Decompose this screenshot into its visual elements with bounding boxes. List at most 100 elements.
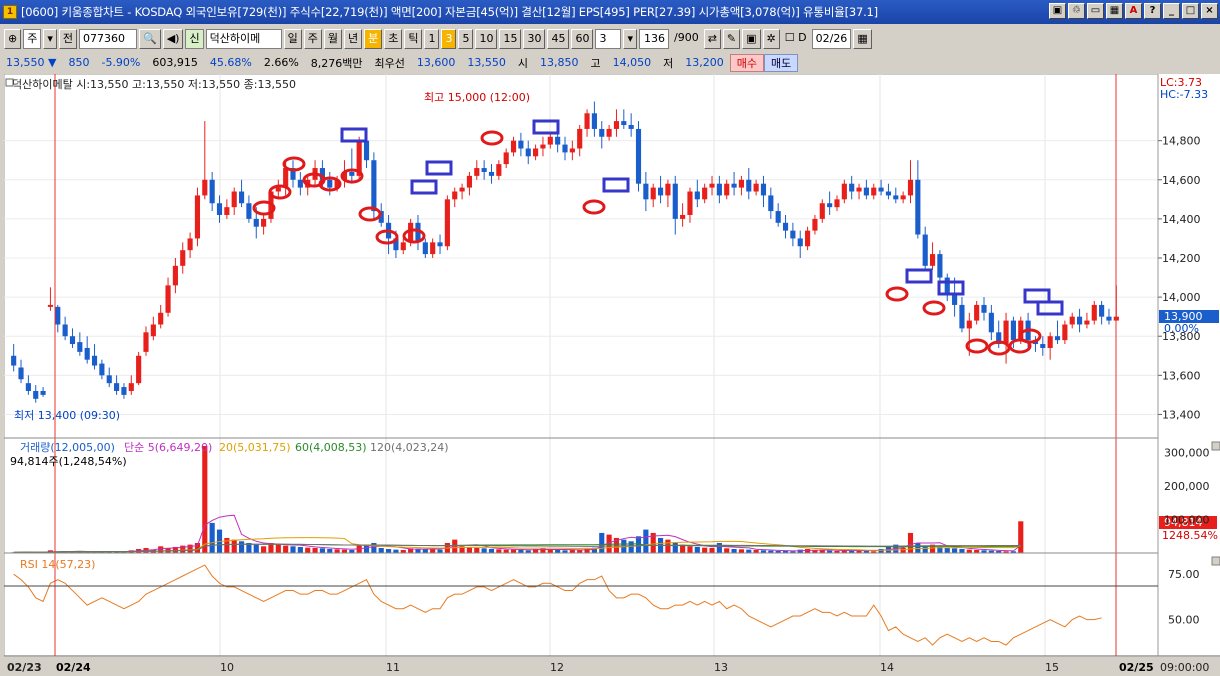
minute-5[interactable]: 5 [458,29,474,49]
low-price: 13,200 [685,56,724,69]
tab-minute[interactable]: 분 [364,29,383,49]
minute-10[interactable]: 10 [475,29,498,49]
candle-body [224,207,230,215]
candle-body [363,140,370,161]
font-icon[interactable]: A [1125,3,1142,19]
minute-45[interactable]: 45 [547,29,570,49]
price-tick: 14,400 [1162,213,1201,226]
price-tick: 14,000 [1162,291,1201,304]
minute-30[interactable]: 30 [523,29,546,49]
price-legend: 덕산하이메탈 시:13,550 고:13,550 저:13,550 종:13,5… [12,77,296,91]
change-pct: -5.90% [101,56,141,69]
save-icon[interactable]: ▣ [742,29,761,49]
tab-day[interactable]: 일 [283,29,302,49]
candle-body [33,390,39,399]
volume-bar [709,547,715,553]
candle-body [1003,320,1009,345]
candle-body [143,332,149,352]
tools-icon[interactable]: ✎ [722,29,741,49]
minute-3[interactable]: 3 [441,29,457,49]
search-icon[interactable]: 🔍 [139,29,161,49]
time-tick: 09:00:00 [1160,661,1209,674]
volume-bar [952,548,958,553]
stock-name-field[interactable]: 덕산하이메 [205,29,282,49]
price-tick: 13,600 [1162,369,1201,382]
calendar-icon[interactable]: ▦ [853,29,872,49]
volume-sub-legend: 94,814주(1,248,54%) [10,455,127,468]
candle-body [327,179,333,188]
speaker-icon[interactable]: ◀) [162,29,184,49]
tab-week[interactable]: 주 [303,29,322,49]
ma60-legend: 60(4,008,53) [295,441,367,454]
candle-body [150,324,156,337]
candle-body [709,183,715,188]
candle-body [893,195,899,200]
volume-bar [481,548,487,553]
candle-body [613,121,620,129]
layout-icon[interactable]: ▭ [1087,3,1104,19]
pane-collapse-button[interactable] [1211,441,1220,451]
minimize-button[interactable]: _ [1163,3,1180,19]
close-button[interactable]: × [1201,3,1218,19]
buy-button[interactable]: 매수 [729,53,765,72]
time-tick: 15 [1045,661,1059,674]
minute-1[interactable]: 1 [424,29,440,49]
time-tick: 14 [880,661,894,674]
volume-bar [702,547,708,553]
tab-month[interactable]: 월 [323,29,342,49]
volume-bar [312,547,318,553]
window-controls: ▣ ♲ ▭ ▦ A ? _ □ × [1049,3,1218,19]
minute-15[interactable]: 15 [499,29,522,49]
ma120-legend: 120(4,023,24) [370,441,449,454]
rsi-tick: 75.00 [1168,568,1200,581]
volume-bar [599,532,605,553]
refresh-icon[interactable]: ♲ [1068,3,1085,19]
volume-bar [966,549,972,553]
gear-icon[interactable]: ✲ [762,29,780,49]
grid-icon[interactable]: ▦ [1106,3,1123,19]
tab-second[interactable]: 초 [384,29,403,49]
volume-bar [746,549,752,553]
chevron-down-icon[interactable]: ▾ [43,29,57,49]
code-input[interactable]: 077360 [79,29,137,49]
sell-button[interactable]: 매도 [764,53,799,72]
transfer-icon[interactable]: ⇄ [703,29,721,49]
maximize-button[interactable]: □ [1182,3,1199,19]
type-select[interactable]: 전 [58,29,77,49]
date-input[interactable]: 02/26 [811,29,852,49]
chevron-down-icon[interactable]: ▾ [623,29,637,49]
candle-body [569,148,575,153]
candle-body [555,136,561,145]
chart-area[interactable]: 덕산하이메탈 시:13,550 고:13,550 저:13,550 종:13,5… [4,74,1220,676]
low-label: 저 [663,56,674,70]
stock-chart[interactable]: 덕산하이메탈 시:13,550 고:13,550 저:13,550 종:13,5… [4,74,1220,676]
volume-bar [430,549,436,553]
volume-bar [503,549,509,553]
pane-collapse-button[interactable] [1211,556,1220,566]
candle-body [716,183,722,196]
link-icon[interactable]: ▣ [1049,3,1066,19]
interval-input[interactable]: 3 [595,29,622,49]
candle-body [650,187,656,200]
minute-60[interactable]: 60 [571,29,594,49]
candle-body [974,304,980,321]
pin-icon[interactable]: ⊕ [4,29,22,49]
candle-body [466,175,473,188]
volume-bar [900,547,906,553]
trade-amount: 8,276백만 [310,56,363,70]
candle-body [18,367,24,380]
volume-bar [371,542,377,553]
candle-body [834,199,840,208]
candle-body [981,304,987,313]
candle-body [1047,336,1053,348]
pane-scroll-buttons[interactable] [1211,441,1220,566]
low-annotation: 최저 13,400 (09:30) [14,409,120,422]
period-select[interactable]: 주 [23,29,42,49]
candle-body [782,222,789,231]
count-input[interactable]: 136 [639,29,669,49]
candle-body [1054,336,1061,341]
help-icon[interactable]: ? [1144,3,1161,19]
d-checkbox[interactable]: ☐ D [782,29,810,49]
tab-year[interactable]: 년 [343,29,363,49]
tab-tick[interactable]: 틱 [404,29,423,49]
